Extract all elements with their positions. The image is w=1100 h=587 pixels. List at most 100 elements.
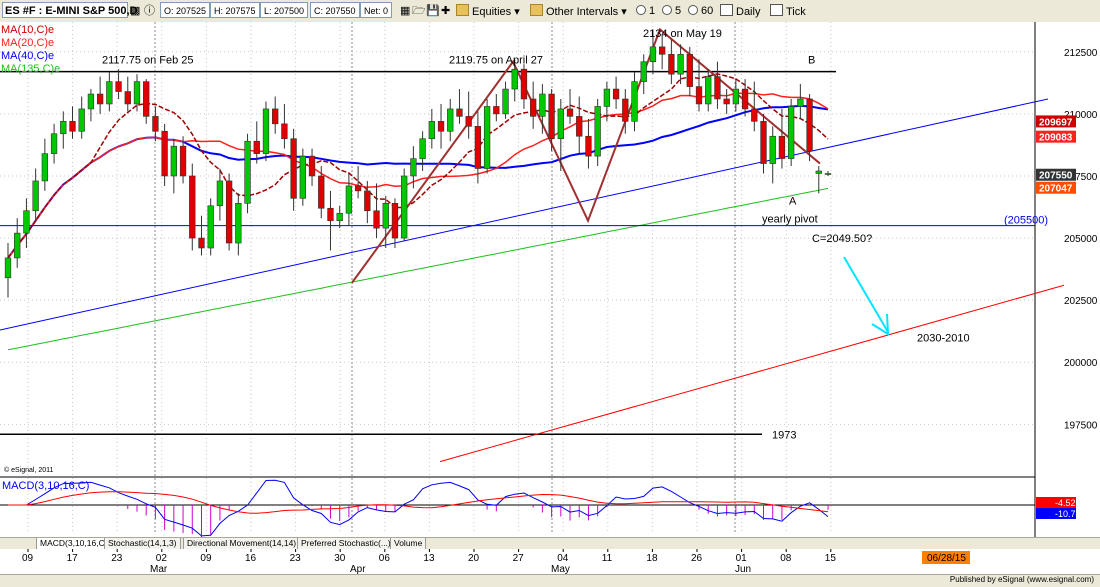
candle-body	[622, 98, 629, 122]
x-tick-label: 09	[22, 553, 34, 564]
candle-body	[161, 130, 168, 177]
legend-ma20: MA(20,C)e	[1, 37, 55, 49]
info-icon[interactable]: ⓘ	[144, 4, 155, 18]
candle-body	[106, 81, 113, 105]
price-chart[interactable]: 2125002100002075002050002025002000001975…	[0, 22, 1100, 539]
candle-body	[96, 93, 104, 105]
price-label-text: 207550	[1039, 171, 1073, 182]
candle-body	[299, 155, 306, 199]
save-icon[interactable]: 💾	[426, 4, 440, 18]
x-tick-label: 23	[111, 553, 123, 564]
candle-body	[677, 53, 684, 75]
toolbar: ES #F : E-MINI S&P 500,D ▩ ⓘ O: 207525 H…	[0, 0, 1100, 23]
y-tick-label: 212500	[1064, 48, 1098, 59]
folder-open-icon[interactable]: 🗁	[412, 4, 426, 18]
candle-body	[760, 121, 767, 164]
price-label-text: 209083	[1039, 133, 1073, 144]
interval-1-button[interactable]: 1	[636, 4, 655, 18]
candle-body	[548, 93, 555, 140]
candle-body	[373, 210, 380, 229]
candle-body	[686, 53, 693, 87]
add-icon[interactable]: ✚	[441, 4, 450, 18]
candle-body	[787, 106, 795, 159]
candle-body	[308, 155, 316, 177]
candle-body	[32, 180, 39, 212]
price-label-text: 209697	[1039, 117, 1073, 128]
chevron-down-icon: ▾	[514, 6, 520, 18]
candle-body	[50, 133, 58, 154]
candle-body	[456, 108, 463, 117]
annotation-1973: 1973	[772, 429, 796, 441]
candle-body	[566, 108, 574, 117]
candle-body	[668, 53, 675, 75]
lock-icon[interactable]: ▩	[130, 4, 140, 18]
symbol-field[interactable]: ES #F : E-MINI S&P 500,D	[2, 2, 137, 18]
month-label: May	[551, 564, 570, 574]
candle-body	[511, 68, 518, 90]
x-tick-label: 17	[67, 553, 79, 564]
copyright-text: © eSignal, 2011	[4, 466, 54, 474]
candle-body	[659, 46, 666, 55]
x-tick-label: 20	[468, 553, 480, 564]
legend-ma10: MA(10,C)e	[1, 24, 55, 36]
folder-icon	[456, 4, 469, 16]
annotation-a: A	[789, 195, 797, 207]
x-tick-label: 06	[379, 553, 391, 564]
other-intervals-menu[interactable]: Other Intervals ▾	[530, 4, 627, 18]
candle-body	[41, 153, 49, 182]
candle-body	[612, 88, 620, 100]
candle-body	[198, 237, 205, 249]
candle-body	[695, 86, 703, 105]
x-tick-label: 04	[557, 553, 569, 564]
candle-body	[530, 98, 537, 117]
candle-body	[124, 91, 131, 105]
folder-icon	[530, 4, 543, 16]
ohlc-open: O: 207525	[160, 2, 211, 18]
annotation-b: B	[808, 55, 815, 67]
month-label: Mar	[150, 564, 168, 574]
candle-body	[824, 173, 832, 175]
candle-body	[631, 81, 638, 122]
interval-1-label: 1	[649, 5, 656, 17]
candle-body	[87, 93, 95, 110]
candle-body	[539, 93, 546, 117]
interval-5-button[interactable]: 5	[662, 4, 681, 18]
clock-icon	[636, 5, 646, 15]
macd-label: MACD(3,10,16,C)	[2, 480, 89, 492]
x-tick-label: 26	[691, 553, 703, 564]
legend-ma135: MA(135,C)e	[1, 63, 61, 75]
candle-body	[290, 138, 297, 199]
equities-menu[interactable]: Equities ▾	[456, 4, 520, 18]
tick-button[interactable]: Tick	[770, 4, 806, 18]
daily-label: Daily	[736, 6, 761, 18]
candle-body	[235, 202, 242, 244]
clock-icon	[688, 5, 698, 15]
candle-body	[705, 76, 712, 105]
candle-body	[576, 116, 583, 137]
candle-body	[493, 106, 500, 115]
x-tick-label: 18	[646, 553, 658, 564]
annotation-2030-2010: 2030-2010	[917, 332, 970, 344]
candle-body	[410, 158, 417, 177]
candle-body	[474, 126, 482, 169]
grid-icon[interactable]: ▦	[400, 4, 410, 18]
annotation-c: C=2049.50?	[812, 233, 872, 245]
annotation-feb25: 2117.75 on Feb 25	[102, 55, 194, 67]
candle-body	[585, 135, 592, 157]
ohlc-close: C: 207550	[310, 2, 360, 18]
x-tick-label: 16	[245, 553, 257, 564]
candle-body	[732, 88, 740, 105]
ohlc-net: Net: 0	[360, 2, 393, 18]
candle-body	[170, 145, 177, 177]
daily-button[interactable]: Daily	[720, 4, 760, 18]
candle-body	[382, 202, 389, 229]
candle-body	[253, 140, 260, 154]
candle-body	[225, 180, 233, 244]
x-tick-label: 09	[200, 553, 212, 564]
candle-body	[815, 170, 822, 174]
candle-body	[465, 116, 472, 127]
candle-body	[23, 210, 30, 234]
interval-60-button[interactable]: 60	[688, 4, 713, 18]
chart-area[interactable]: 212500 210000 207500 205000 202500 200000 1975…	[0, 22, 1100, 540]
date-box-label: 06/28/15	[927, 553, 966, 564]
